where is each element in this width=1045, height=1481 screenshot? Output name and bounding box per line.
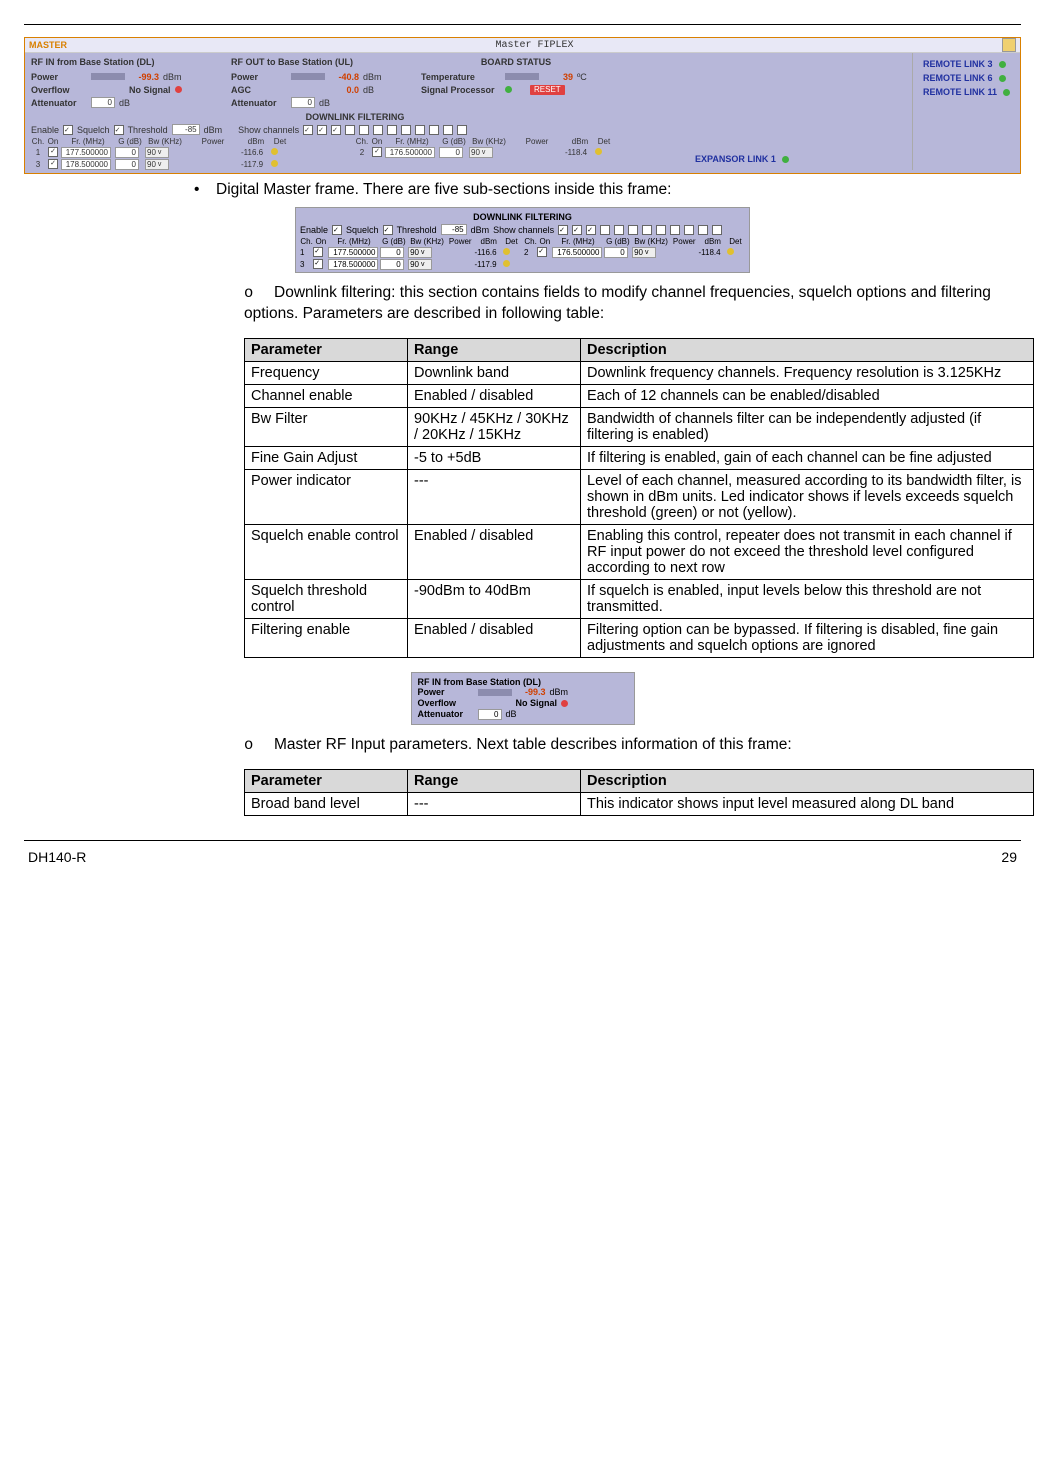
table-row: Bw Filter90KHz / 45KHz / 30KHz / 20KHz /… [245,407,1034,446]
rf-in-block: RF IN from Base Station (DL) Power -99.3… [31,57,221,108]
param-table-2: Parameter Range Description Broad band l… [244,769,1034,816]
table-row: Broad band level---This indicator shows … [245,792,1034,815]
expansor-block: EXPANSOR LINK 1 [685,53,912,170]
page-number: 29 [1001,849,1017,865]
bw-select[interactable]: 90 [145,147,169,158]
showch-checkbox[interactable] [303,125,313,135]
bw-select[interactable]: 90 [469,147,493,158]
downlink-filtering-fig: DOWNLINK FILTERING Enable Squelch Thresh… [295,207,750,273]
table-row: FrequencyDownlink bandDownlink frequency… [245,361,1034,384]
grid-header: Ch. On Fr. (MHz) G (dB) Bw (KHz) Power d… [31,137,351,146]
rf-in-fig: RF IN from Base Station (DL) Power -99.3… [411,672,635,725]
squelch-checkbox[interactable] [114,125,124,135]
showch-checkbox[interactable] [415,125,425,135]
power-bar [91,73,125,80]
det-led [271,160,278,167]
link-led [782,156,789,163]
table-row: Squelch enable controlEnabled / disabled… [245,524,1034,579]
param-table-1: Parameter Range Description FrequencyDow… [244,338,1034,658]
title-center: Master FIPLEX [67,40,1002,51]
board-status-block: BOARD STATUS Temperature 39 ºC Signal Pr… [421,57,611,108]
doc-id: DH140-R [28,849,86,865]
title-left: MASTER [29,40,67,50]
nosignal-led [175,86,182,93]
footer-rule [24,840,1021,841]
board-header: BOARD STATUS [421,57,611,67]
sp-led [505,86,512,93]
showch-checkbox[interactable] [331,125,341,135]
power-bar [291,73,325,80]
grid-header: Ch. On Fr. (MHz) G (dB) Bw (KHz) Power d… [355,137,675,146]
showch-checkbox[interactable] [429,125,439,135]
collapse-icon[interactable] [1002,38,1016,52]
bullet-digital-master: •Digital Master frame. There are five su… [194,180,1021,199]
panel-titlebar: MASTER Master FIPLEX [25,38,1020,53]
ch-on-checkbox[interactable] [48,147,58,157]
gain-input[interactable]: 0 [439,147,463,158]
showch-checkbox[interactable] [457,125,467,135]
showch-checkbox[interactable] [345,125,355,135]
attn-input[interactable]: 0 [291,97,315,108]
squelch-checkbox[interactable] [383,225,393,235]
link-led [999,75,1006,82]
attn-input[interactable]: 0 [91,97,115,108]
showch-checkbox[interactable] [443,125,453,135]
gain-input[interactable]: 0 [115,147,139,158]
rf-in-header: RF IN from Base Station (DL) [31,57,221,67]
freq-input[interactable]: 176.500000 [385,147,435,158]
table-row: 3 178.500000 0 90 -117.9 [31,158,351,170]
table-row: 1 177.500000 0 90 -116.6 [31,146,351,158]
rf-out-header: RF OUT to Base Station (UL) [231,57,411,67]
showch-checkbox[interactable] [373,125,383,135]
rf-out-block: RF OUT to Base Station (UL) Power -40.8 … [231,57,411,108]
table-row: Power indicator---Level of each channel,… [245,469,1034,524]
gain-input[interactable]: 0 [115,159,139,170]
threshold-input[interactable]: -85 [172,124,200,135]
det-led [271,148,278,155]
table-row: Filtering enableEnabled / disabledFilter… [245,618,1034,657]
ch-on-checkbox[interactable] [48,159,58,169]
table-row: Channel enableEnabled / disabledEach of … [245,384,1034,407]
enable-checkbox[interactable] [63,125,73,135]
showch-checkbox[interactable] [401,125,411,135]
temp-bar [505,73,539,80]
showch-checkbox[interactable] [317,125,327,135]
table-row: 2 176.500000 0 90 -118.4 [355,146,675,158]
det-led [595,148,602,155]
showch-checkbox[interactable] [359,125,369,135]
reset-button[interactable]: RESET [530,85,565,95]
downlink-filtering: DOWNLINK FILTERING Enable Squelch Thresh… [25,110,685,170]
table-row: Squelch threshold control-90dBm to 40dBm… [245,579,1034,618]
table-row: Fine Gain Adjust-5 to +5dBIf filtering i… [245,446,1034,469]
header-rule [24,24,1021,25]
page-footer: DH140-R 29 [24,847,1021,867]
freq-input[interactable]: 177.500000 [61,147,111,158]
master-panel: MASTER Master FIPLEX RF IN from Base Sta… [24,37,1021,174]
link-led [999,61,1006,68]
ch-on-checkbox[interactable] [372,147,382,157]
sub-item-rfinput: oMaster RF Input parameters. Next table … [244,735,1021,755]
bw-select[interactable]: 90 [145,159,169,170]
link-led [1003,89,1010,96]
showch-checkbox[interactable] [387,125,397,135]
freq-input[interactable]: 178.500000 [61,159,111,170]
enable-checkbox[interactable] [332,225,342,235]
sub-item-downlink: oDownlink filtering: this section contai… [244,283,1021,323]
remote-block: REMOTE LINK 3 REMOTE LINK 6 REMOTE LINK … [912,53,1020,170]
